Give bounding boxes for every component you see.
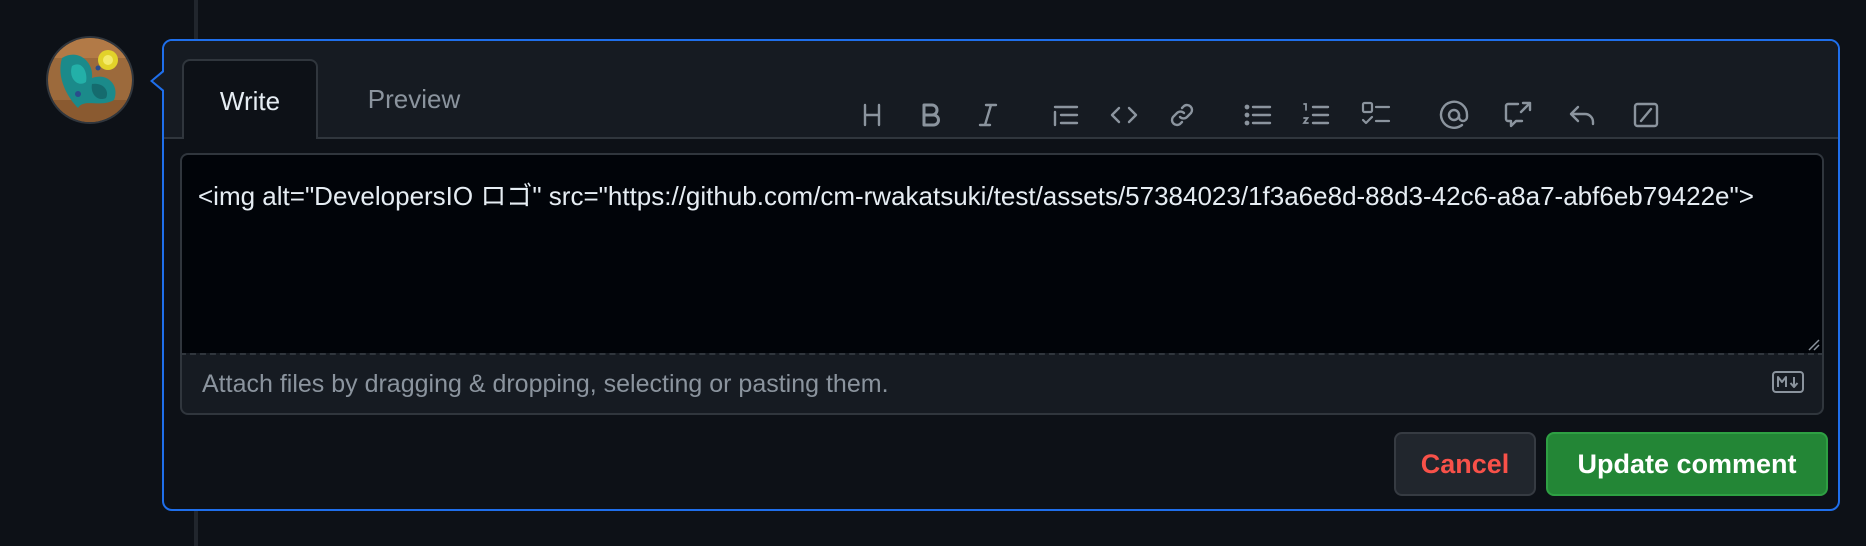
comment-pointer-inner: [153, 72, 164, 90]
mention-icon[interactable]: [1434, 95, 1474, 135]
heading-icon[interactable]: [852, 95, 892, 135]
cancel-button[interactable]: Cancel: [1394, 432, 1536, 496]
italic-icon[interactable]: [968, 95, 1008, 135]
link-icon[interactable]: [1162, 95, 1202, 135]
cross-reference-icon[interactable]: [1498, 95, 1538, 135]
unordered-list-icon[interactable]: [1238, 95, 1278, 135]
attach-files-bar[interactable]: Attach files by dragging & dropping, sel…: [180, 353, 1824, 415]
resize-grip-icon[interactable]: [1806, 337, 1820, 351]
tab-preview[interactable]: Preview: [336, 59, 492, 139]
quote-icon[interactable]: [1046, 95, 1086, 135]
saved-reply-icon[interactable]: [1562, 95, 1602, 135]
avatar[interactable]: [48, 38, 132, 122]
comment-textarea[interactable]: <img alt="DevelopersIO ロゴ" src="https://…: [180, 153, 1824, 353]
slash-command-icon[interactable]: [1626, 95, 1666, 135]
update-comment-button[interactable]: Update comment: [1546, 432, 1828, 496]
comment-editor: Write Preview <img alt="DevelopersIO ロゴ"…: [162, 39, 1840, 511]
comment-textarea-value[interactable]: <img alt="DevelopersIO ロゴ" src="https://…: [198, 175, 1782, 217]
ordered-list-icon[interactable]: [1296, 95, 1336, 135]
markdown-icon[interactable]: [1772, 371, 1804, 393]
attach-files-label: Attach files by dragging & dropping, sel…: [202, 370, 889, 398]
bold-icon[interactable]: [910, 95, 950, 135]
code-icon[interactable]: [1104, 95, 1144, 135]
editor-header: Write Preview: [164, 41, 1838, 139]
tab-write[interactable]: Write: [182, 59, 318, 139]
task-list-icon[interactable]: [1356, 95, 1396, 135]
